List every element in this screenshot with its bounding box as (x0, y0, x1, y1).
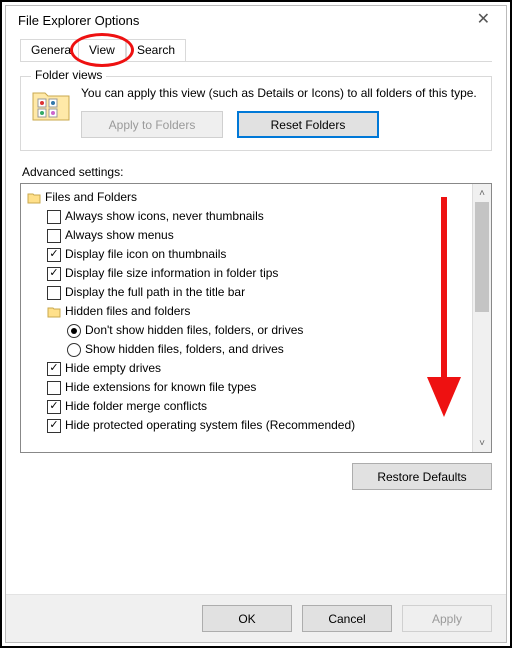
folder-icon (47, 306, 61, 318)
folder-views-text: You can apply this view (such as Details… (81, 85, 481, 101)
tree-radio-item[interactable]: Show hidden files, folders, and drives (27, 340, 468, 359)
scroll-thumb[interactable] (475, 202, 489, 312)
window-title: File Explorer Options (18, 13, 139, 28)
scroll-up-icon[interactable]: ˄ (473, 184, 491, 202)
tree-item[interactable]: Hide extensions for known file types (27, 378, 468, 397)
title-bar: File Explorer Options ✕ (6, 6, 506, 32)
tab-general[interactable]: General (20, 39, 85, 62)
tree-group-root: Files and Folders (27, 188, 468, 207)
tree-item[interactable]: ✓ Hide protected operating system files … (27, 416, 468, 435)
tree-item[interactable]: ✓ Hide empty drives (27, 359, 468, 378)
checkbox-icon[interactable]: ✓ (47, 362, 61, 376)
checkbox-icon[interactable]: ✓ (47, 419, 61, 433)
apply-to-folders-button: Apply to Folders (81, 111, 223, 138)
tree-radio-item[interactable]: Don't show hidden files, folders, or dri… (27, 321, 468, 340)
tree-item[interactable]: ✓ Display file icon on thumbnails (27, 245, 468, 264)
apply-button: Apply (402, 605, 492, 632)
radio-icon[interactable] (67, 324, 81, 338)
restore-defaults-button[interactable]: Restore Defaults (352, 463, 492, 490)
tree-item[interactable]: Always show menus (27, 226, 468, 245)
tab-view[interactable]: View (78, 39, 126, 62)
tree-item[interactable]: Always show icons, never thumbnails (27, 207, 468, 226)
checkbox-icon[interactable] (47, 286, 61, 300)
checkbox-icon[interactable] (47, 229, 61, 243)
tab-search[interactable]: Search (126, 39, 186, 62)
tab-bar: General View Search (20, 36, 492, 62)
advanced-settings-label: Advanced settings: (22, 165, 492, 179)
scrollbar-vertical[interactable]: ˄ ˅ (472, 184, 491, 452)
dialog-footer: OK Cancel Apply (6, 594, 506, 642)
tree-group-hidden: Hidden files and folders (27, 302, 468, 321)
folder-views-legend: Folder views (31, 68, 106, 82)
radio-icon[interactable] (67, 343, 81, 357)
checkbox-icon[interactable]: ✓ (47, 267, 61, 281)
tree-item[interactable]: Display the full path in the title bar (27, 283, 468, 302)
folder-views-group: Folder views You can apply th (20, 76, 492, 151)
scroll-down-icon[interactable]: ˅ (473, 434, 491, 452)
tree-item[interactable]: ✓ Display file size information in folde… (27, 264, 468, 283)
folder-thumbnails-icon (31, 87, 71, 123)
checkbox-icon[interactable] (47, 210, 61, 224)
scroll-track[interactable] (473, 202, 491, 434)
checkbox-icon[interactable]: ✓ (47, 248, 61, 262)
folder-icon (27, 192, 41, 204)
tree-item[interactable]: ✓ Hide folder merge conflicts (27, 397, 468, 416)
cancel-button[interactable]: Cancel (302, 605, 392, 632)
checkbox-icon[interactable]: ✓ (47, 400, 61, 414)
checkbox-icon[interactable] (47, 381, 61, 395)
close-icon[interactable]: ✕ (471, 12, 496, 28)
ok-button[interactable]: OK (202, 605, 292, 632)
reset-folders-button[interactable]: Reset Folders (237, 111, 379, 138)
advanced-settings-tree[interactable]: Files and Folders Always show icons, nev… (20, 183, 492, 453)
